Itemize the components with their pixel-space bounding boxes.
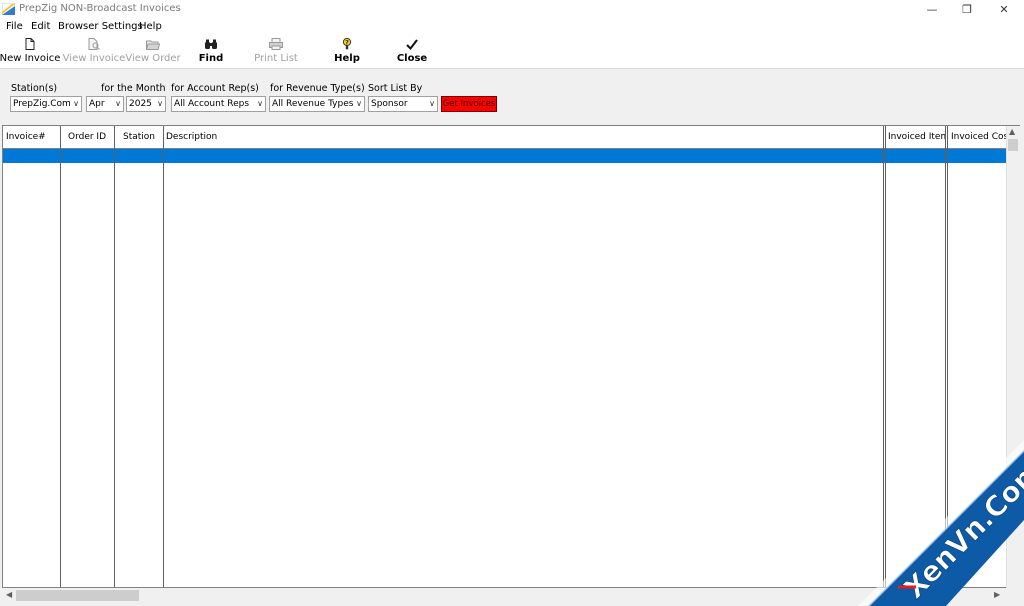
view-document-icon — [88, 37, 100, 51]
watermark-logo: XenVn.Com — [858, 440, 1024, 606]
print-list-label: Print List — [254, 53, 298, 64]
chevron-down-icon: ∨ — [157, 99, 163, 108]
station-value: PrepZig.Com — [13, 99, 71, 109]
view-invoice-button[interactable]: View Invoice — [62, 34, 126, 67]
account-rep-select[interactable]: All Account Reps ∨ — [171, 96, 266, 112]
printer-icon — [269, 37, 283, 51]
help-label: Help — [334, 53, 360, 64]
toolbar: New Invoice View Invoice View Order Find… — [0, 34, 1024, 69]
column-divider — [163, 126, 164, 587]
print-list-button[interactable]: Print List — [254, 34, 298, 67]
help-icon: ? — [342, 37, 352, 51]
grid-header: Invoice# Order ID Station Description In… — [3, 126, 1009, 149]
sort-label: Sort List By — [368, 83, 423, 94]
horizontal-scrollbar[interactable] — [2, 588, 1006, 603]
new-invoice-label: New Invoice — [0, 53, 61, 64]
new-document-icon — [25, 37, 35, 51]
column-header-order-id[interactable]: Order ID — [61, 126, 113, 148]
view-invoice-label: View Invoice — [62, 53, 126, 64]
year-value: 2025 — [129, 99, 152, 109]
restore-button[interactable]: ❐ — [948, 0, 986, 19]
revenue-type-select[interactable]: All Revenue Types ∨ — [269, 96, 365, 112]
vertical-scroll-thumb[interactable] — [1008, 139, 1018, 151]
new-invoice-button[interactable]: New Invoice — [0, 34, 61, 67]
view-order-label: View Order — [125, 53, 181, 64]
month-label: for the Month — [101, 83, 166, 94]
app-icon — [2, 3, 15, 15]
folder-open-icon — [146, 37, 160, 51]
chevron-down-icon: ∨ — [429, 99, 435, 108]
menu-edit[interactable]: Edit — [31, 21, 50, 32]
column-divider — [114, 126, 115, 587]
revenue-type-value: All Revenue Types — [272, 99, 354, 109]
menu-bar: File Edit Browser Settings Help — [0, 19, 1024, 34]
window-title: PrepZig NON-Broadcast Invoices — [19, 3, 181, 14]
column-header-description[interactable]: Description — [166, 126, 866, 148]
column-header-invoiced-cost[interactable]: Invoiced Cost — [951, 126, 1009, 148]
scroll-up-icon[interactable]: ▲ — [1009, 127, 1015, 136]
help-button[interactable]: ? Help — [332, 34, 362, 67]
chevron-down-icon: ∨ — [356, 99, 362, 108]
account-rep-value: All Account Reps — [174, 99, 250, 109]
year-select[interactable]: 2025 ∨ — [126, 96, 166, 112]
close-window-button[interactable]: ✕ — [985, 0, 1023, 19]
get-invoices-button[interactable]: Get Invoices — [441, 96, 497, 112]
view-order-button[interactable]: View Order — [125, 34, 181, 67]
menu-browser-settings[interactable]: Browser Settings — [58, 21, 143, 32]
month-select[interactable]: Apr ∨ — [86, 96, 124, 112]
find-button[interactable]: Find — [196, 34, 226, 67]
sort-value: Sponsor — [371, 99, 408, 109]
chevron-down-icon: ∨ — [115, 99, 121, 108]
revenue-type-label: for Revenue Type(s) — [270, 83, 365, 94]
account-rep-label: for Account Rep(s) — [171, 83, 259, 94]
chevron-down-icon: ∨ — [73, 99, 79, 108]
binoculars-icon — [204, 37, 218, 51]
close-label: Close — [396, 53, 428, 64]
menu-file[interactable]: File — [6, 21, 23, 32]
column-header-invoiced-items[interactable]: Invoiced Items — [888, 126, 946, 148]
scroll-left-icon[interactable]: ◀ — [6, 590, 12, 599]
station-label: Station(s) — [11, 83, 58, 94]
column-header-invoice[interactable]: Invoice# — [6, 126, 58, 148]
chevron-down-icon: ∨ — [257, 99, 263, 108]
find-label: Find — [198, 53, 224, 64]
column-header-station[interactable]: Station — [115, 126, 163, 148]
station-select[interactable]: PrepZig.Com ∨ — [10, 96, 82, 112]
close-button[interactable]: Close — [396, 34, 428, 67]
menu-help[interactable]: Help — [139, 21, 162, 32]
minimize-button[interactable]: — — [913, 0, 951, 19]
column-divider — [60, 126, 61, 587]
horizontal-scroll-thumb[interactable] — [16, 590, 139, 601]
title-bar: PrepZig NON-Broadcast Invoices — ❐ ✕ — [0, 0, 1024, 19]
svg-text:?: ? — [345, 39, 349, 46]
checkmark-icon — [406, 37, 418, 51]
selected-row[interactable] — [3, 149, 1007, 163]
sort-select[interactable]: Sponsor ∨ — [368, 96, 438, 112]
month-value: Apr — [89, 99, 105, 109]
